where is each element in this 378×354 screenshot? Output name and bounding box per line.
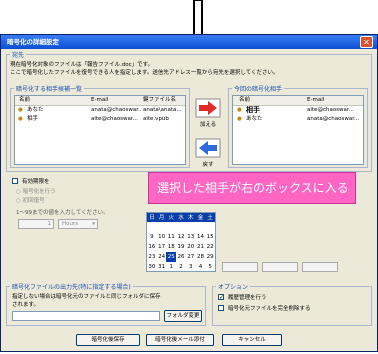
minute-select[interactable] <box>302 262 338 272</box>
calendar-day[interactable]: 30 <box>147 262 157 272</box>
delete-original-checkbox[interactable] <box>218 305 224 311</box>
calendar[interactable]: 日 月 火 水 木 金 土 9 10 11 12 13 14 15 16 17 18 19 20 21 2… <box>146 212 216 272</box>
col-email[interactable]: E-mail <box>91 96 108 105</box>
instruction-line-1: 現在暗号化対象のファイルは「報告ファイル.doc」です。 <box>10 62 154 68</box>
calendar-day[interactable]: 16 <box>147 242 157 252</box>
expiry-label: 有効期限を <box>22 179 50 185</box>
calendar-day[interactable]: 1 <box>166 262 176 272</box>
callout-annotation: 選択した相手が右のボックスに入る <box>148 172 356 204</box>
output-note: 指定しない場合は暗号化元のファイルと同じフォルダに保存されます。 <box>12 294 161 308</box>
list-item[interactable]: ● あなた anata@chaoswar... anata\anata... <box>15 106 185 115</box>
calendar-day[interactable] <box>176 222 186 232</box>
add-button[interactable]: 加える <box>195 98 221 128</box>
candidates-list[interactable]: 名前 E-mail 鍵ファイル名 ● あなた anata@chaoswar...… <box>14 95 186 165</box>
calendar-day[interactable]: 27 <box>186 252 196 262</box>
hours-input[interactable]: 1 <box>18 219 54 229</box>
current-list[interactable]: 名前 E-mail ● 相手 aite@chaoswar... ● あなた an… <box>232 95 364 165</box>
encrypt-save-button[interactable]: 暗号化後保存 <box>76 334 140 346</box>
calendar-day[interactable] <box>157 222 167 232</box>
calendar-day[interactable] <box>196 222 206 232</box>
current-title: 今回の暗号化相手 <box>232 84 285 93</box>
calendar-day[interactable]: 15 <box>205 232 215 242</box>
person-icon: ● <box>18 116 23 122</box>
add-label: 加える <box>199 122 217 128</box>
calendar-day[interactable]: 23 <box>147 252 157 262</box>
calendar-day[interactable] <box>186 222 196 232</box>
cancel-button[interactable]: キャンセル <box>222 334 282 346</box>
options-title: オプション <box>216 282 251 291</box>
person-icon: ● <box>237 116 242 122</box>
dialog-title: 暗号化の詳細設定 <box>1 35 377 49</box>
hour-select[interactable] <box>262 262 298 272</box>
col-name[interactable]: 名前 <box>19 96 30 105</box>
calendar-week <box>147 222 215 232</box>
history-label: 履歴管理を行う <box>228 295 267 301</box>
calendar-day[interactable]: 28 <box>196 252 206 262</box>
calendar-week: 30 31 1 2 3 4 5 <box>147 262 215 272</box>
calendar-day[interactable]: 11 <box>166 232 176 242</box>
list-item[interactable]: ● 相手 aite@chaoswar... aite.vpub <box>15 115 185 124</box>
output-title: 暗号化ファイルの出力先(特に指定する場合) <box>10 282 133 291</box>
range-note: 1〜99までの値を入力してください。 <box>16 210 109 216</box>
calendar-day[interactable] <box>147 222 157 232</box>
calendar-day[interactable]: 20 <box>186 242 196 252</box>
calendar-day[interactable]: 13 <box>186 232 196 242</box>
remove-label: 戻す <box>202 162 214 168</box>
col-email[interactable]: E-mail <box>307 96 324 105</box>
radio-first-decrypt[interactable]: ○ 初回復号 <box>16 196 45 204</box>
calendar-day[interactable]: 19 <box>176 242 186 252</box>
calendar-day[interactable] <box>166 222 176 232</box>
calendar-day[interactable]: 14 <box>196 232 206 242</box>
calendar-day[interactable]: 5 <box>205 262 215 272</box>
chevron-down-icon: ▾ <box>92 221 95 227</box>
calendar-header: 日 月 火 水 木 金 土 <box>147 213 215 222</box>
calendar-day[interactable]: 24 <box>157 252 167 262</box>
radio-encrypt[interactable]: ○ 暗号化を行う <box>16 187 56 195</box>
remove-button[interactable]: 戻す <box>195 138 221 168</box>
calendar-day[interactable]: 25 <box>166 252 177 262</box>
history-checkbox[interactable]: ✓ <box>218 294 224 301</box>
calendar-day[interactable]: 26 <box>176 252 186 262</box>
calendar-week: 23 24 25 26 27 28 29 <box>147 252 215 262</box>
candidates-title: 暗号化する相手候補一覧 <box>14 84 85 93</box>
calendar-day[interactable]: 4 <box>196 262 206 272</box>
list-item[interactable]: ● あなた anata@chaoswar... <box>233 115 363 124</box>
col-name[interactable]: 名前 <box>239 96 250 105</box>
calendar-week: 9 10 11 12 13 14 15 <box>147 232 215 242</box>
person-icon: ● <box>237 107 242 113</box>
close-button[interactable]: ✕ <box>360 36 373 48</box>
calendar-day[interactable]: 10 <box>157 232 167 242</box>
calendar-day[interactable]: 3 <box>186 262 196 272</box>
calendar-day[interactable]: 9 <box>147 232 157 242</box>
calendar-day[interactable]: 12 <box>176 232 186 242</box>
output-path-input[interactable] <box>12 311 160 321</box>
list-item[interactable]: ● 相手 aite@chaoswar... <box>233 106 363 115</box>
col-keyfile[interactable]: 鍵ファイル名 <box>143 96 176 105</box>
instruction-line-2: ここで暗号化したファイルを復号できる人を指定します。送信先アドレス一覧から宛先を… <box>10 70 279 76</box>
calendar-day[interactable]: 29 <box>205 252 215 262</box>
delete-original-label: 暗号化元ファイルを完全削除する <box>228 306 311 312</box>
calendar-day[interactable]: 18 <box>166 242 176 252</box>
date-select[interactable] <box>222 262 258 272</box>
calendar-day[interactable] <box>205 222 215 232</box>
calendar-day[interactable]: 31 <box>157 262 167 272</box>
calendar-week: 16 17 18 19 20 21 22 <box>147 242 215 252</box>
encrypt-mail-button[interactable]: 暗号化後メール添付 <box>146 334 214 346</box>
calendar-day[interactable]: 21 <box>196 242 206 252</box>
folder-change-button[interactable]: フォルダ変更 <box>164 310 202 322</box>
hours-select[interactable]: Hours ▾ <box>58 219 98 229</box>
calendar-day[interactable]: 22 <box>205 242 215 252</box>
expiry-checkbox[interactable] <box>12 178 18 184</box>
calendar-day[interactable]: 17 <box>157 242 167 252</box>
destination-group-title: 宛先 <box>10 50 27 59</box>
person-icon: ● <box>18 107 23 113</box>
calendar-day[interactable]: 2 <box>176 262 186 272</box>
